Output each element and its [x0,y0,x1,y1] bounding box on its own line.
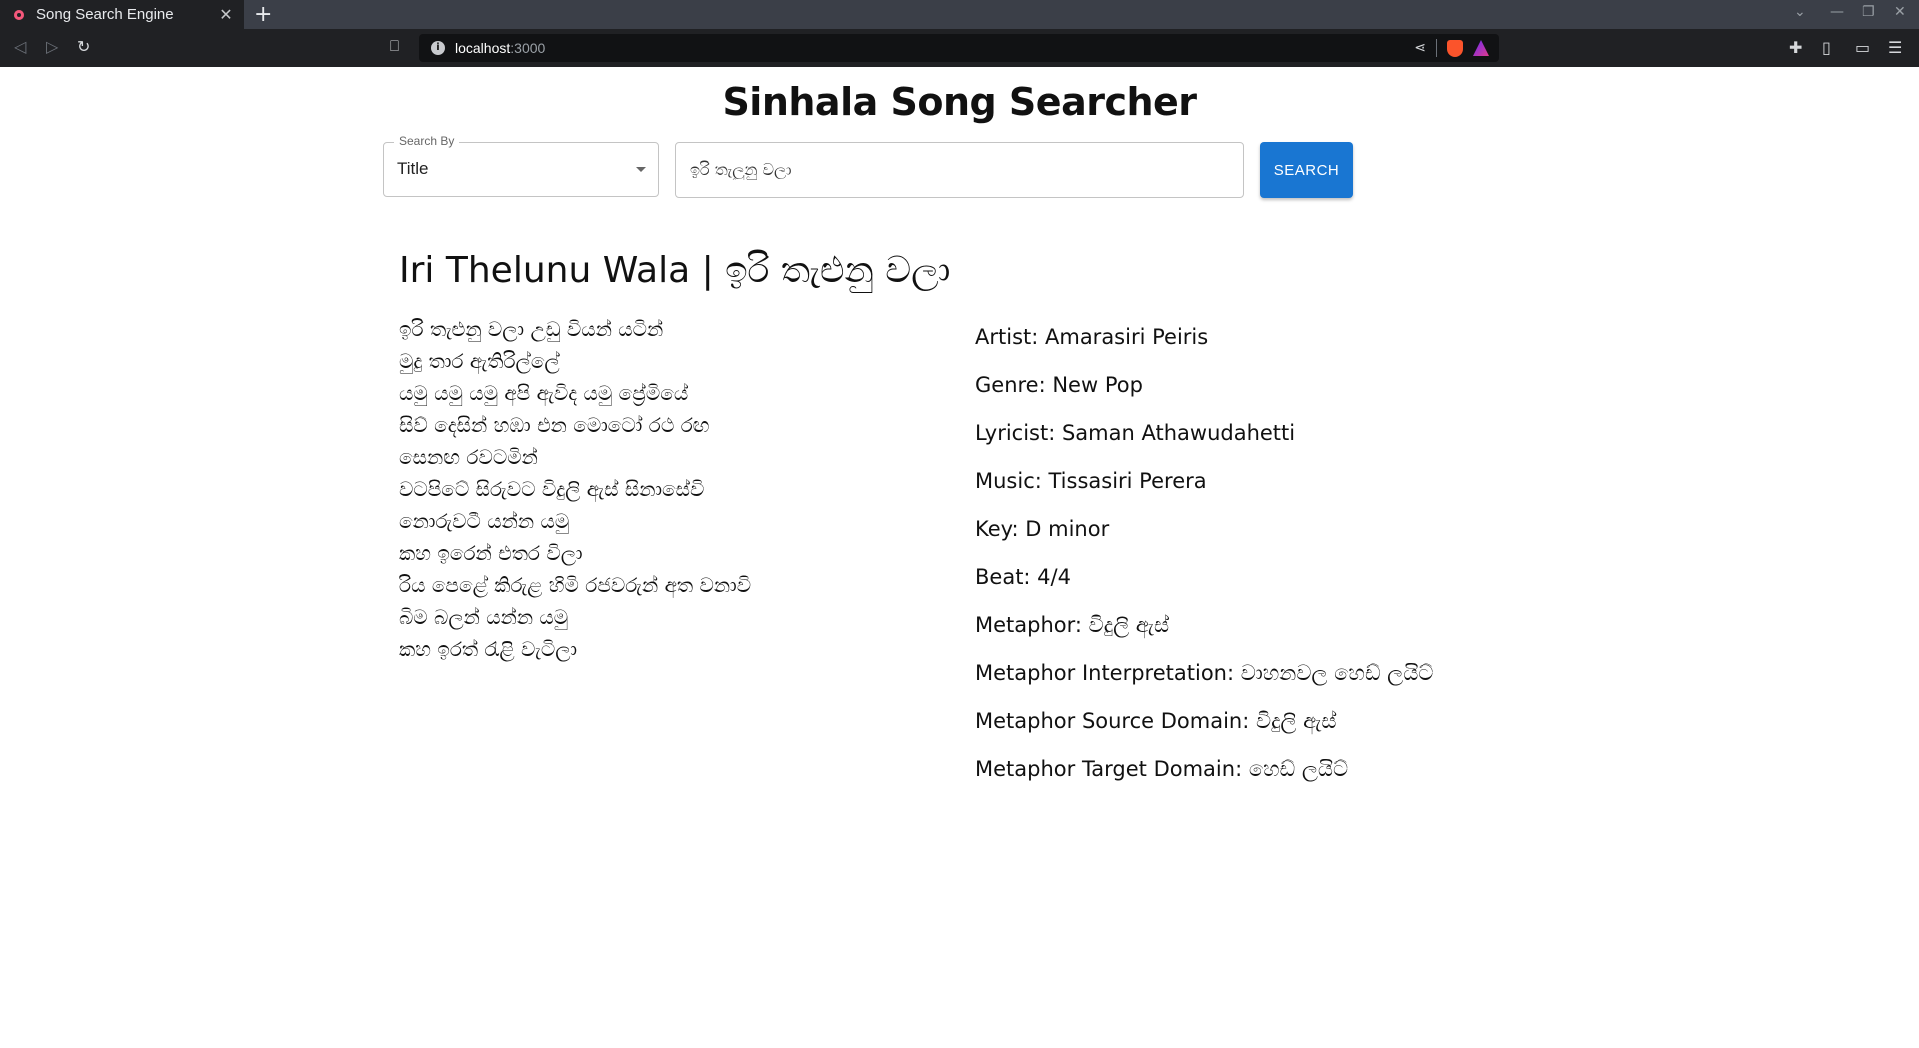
search-button[interactable]: SEARCH [1260,142,1353,198]
search-by-label: Search By [394,134,460,148]
lyric-line: සෙනඟ රවටමින් [399,445,538,469]
detail-metaphor: Metaphor: විදුලි ඇස් [975,613,1170,637]
menu-icon[interactable]: ☰ [1888,38,1902,57]
restore-window-icon[interactable]: ❐ [1862,4,1875,20]
sidebar-icon[interactable]: ▯ [1822,38,1831,57]
divider [1436,39,1437,57]
detail-genre: Genre: New Pop [975,373,1143,397]
lyric-line: සිව් දෙසින් හඹා එන මොටෝ රථ රඟ [399,413,710,437]
browser-toolbar: ◁ ▷ ↻ ⎕ i localhost:3000 ⋖ 1 ✚ ▯ ▭ ☰ [0,29,1919,67]
dropdown-arrow-icon [636,167,646,172]
lyric-line: වටපිටේ සිරුවට විදුලි ඇස් සිනාසේවි [399,477,705,501]
lyric-line: ඉරි තැළුනු වලා උඩු වියන් යටින් [399,317,664,341]
lyric-line: යමු යමු යමු අපි ඇවිද යමු ප්‍රේමියේ [399,381,689,405]
lyric-line: බිම බලන් යන්න යමු [399,605,569,629]
detail-lyricist: Lyricist: Saman Athawudahetti [975,421,1296,445]
tab-strip: Song Search Engine ✕ + ⌄ — ❐ ✕ [0,0,1919,29]
lyric-line: මුදු තාර ඇතිරිල්ලේ [399,349,560,373]
song-title: Iri Thelunu Wala | ඉරි තැළුනු වලා [399,250,951,291]
new-tab-icon[interactable]: + [254,2,272,27]
lyric-line: කහ ඉරත් රැළි වැටිලා [399,637,578,661]
lyric-line: කහ ඉරෙන් එතර විලා [399,541,583,565]
brave-rewards-icon[interactable]: 1 [1473,40,1489,56]
detail-music: Music: Tissasiri Perera [975,469,1207,493]
close-tab-icon[interactable]: ✕ [216,5,236,24]
brave-shields-icon[interactable] [1447,39,1463,57]
detail-key: Key: D minor [975,517,1110,541]
search-by-select[interactable]: Search By Title [383,134,659,197]
detail-metaphor-source-domain: Metaphor Source Domain: විදුලි ඇස් [975,709,1337,733]
song-details: Artist: Amarasiri Peiris Genre: New Pop … [975,325,1675,805]
lyric-line: රිය පෙළේ කිරුළ හිමි රජවරුන් අත වනාවි [399,573,752,597]
url-host: localhost [455,40,511,56]
tab-search-chevron-icon[interactable]: ⌄ [1794,4,1806,20]
site-favicon-icon [14,9,24,20]
site-info-icon[interactable]: i [431,41,445,55]
lyrics: ඉරි තැළුනු වලා උඩු වියන් යටින් මුදු තාර … [399,313,919,665]
rewards-badge: 1 [1491,38,1503,50]
detail-beat: Beat: 4/4 [975,565,1071,589]
url-port: :3000 [510,40,546,56]
detail-metaphor-interpretation: Metaphor Interpretation: වාහනවල හෙඩ් ලයි… [975,661,1434,685]
share-icon[interactable]: ⋖ [1414,40,1426,56]
forward-icon[interactable]: ▷ [46,37,58,56]
browser-tab[interactable]: Song Search Engine ✕ [0,0,244,29]
close-window-icon[interactable]: ✕ [1894,4,1906,20]
address-bar[interactable]: i localhost:3000 ⋖ 1 [419,34,1499,62]
page-title: Sinhala Song Searcher [722,80,1197,124]
detail-artist: Artist: Amarasiri Peiris [975,325,1209,349]
lyric-line: නොරුවටී යන්න යමු [399,509,570,533]
tab-title: Song Search Engine [36,6,174,23]
detail-metaphor-target-domain: Metaphor Target Domain: හෙඩ් ලයිට් [975,757,1349,781]
search-input[interactable] [675,142,1244,198]
extensions-icon[interactable]: ✚ [1789,38,1802,57]
minimize-window-icon[interactable]: — [1830,4,1844,20]
wallet-icon[interactable]: ▭ [1855,38,1870,57]
search-by-value: Title [397,159,429,178]
back-icon[interactable]: ◁ [14,37,26,56]
bookmark-icon[interactable]: ⎕ [390,37,399,55]
reload-icon[interactable]: ↻ [77,37,90,56]
